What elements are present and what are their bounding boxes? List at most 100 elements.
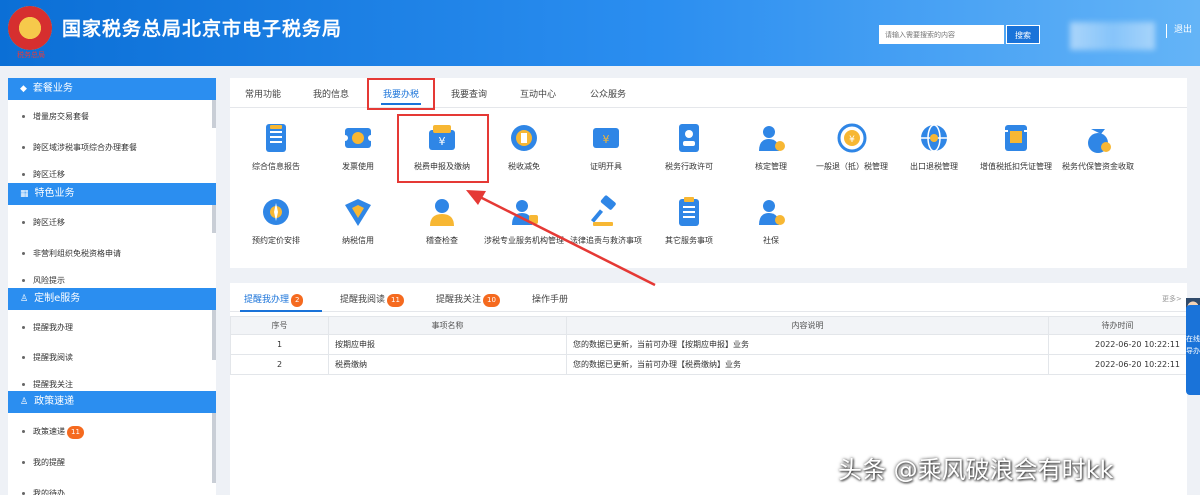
certificate-ticket-icon: ¥ [593,128,619,148]
sidebar-item[interactable]: 提醒我办理 [8,317,216,339]
cell-name[interactable]: 税费缴纳 [328,354,567,375]
tab-tax-handling[interactable]: 我要办税 [367,78,435,110]
reminder-tabs: 提醒我办理 2 提醒我阅读 11 提醒我关注 10 操作手册 更多> [230,283,1187,312]
func-admin-license[interactable]: 税务行政许可 [649,121,729,172]
func-legal[interactable]: 法律追责与救济事项 [566,195,646,246]
more-link[interactable]: 更多> [1162,294,1182,304]
func-other[interactable]: 其它服务事项 [649,195,729,246]
col-header: 事项名称 [328,316,567,335]
user-icon: ♙ [20,294,29,304]
tax-emblem-icon [8,6,52,50]
col-header: 待办时间 [1048,316,1187,335]
func-invoice[interactable]: 发票使用 [318,121,398,172]
sidebar-item[interactable]: 我的提醒 [8,452,216,474]
sidebar-item[interactable]: 跨区迁移 [8,212,216,234]
sidebar-item[interactable]: 我的待办 [8,483,216,495]
col-header: 内容说明 [566,316,1049,335]
app-title: 国家税务总局北京市电子税务局 [62,18,343,40]
cell-time: 2022-06-20 10:22:11 [1048,354,1187,375]
compass-icon [263,199,289,225]
sidebar-item[interactable]: 增量房交易套餐 [8,106,216,128]
func-credit[interactable]: 纳税信用 [318,195,398,246]
sidebar-item[interactable]: 政策速递 11 [8,421,216,443]
tab-public-service[interactable]: 公众服务 [590,87,626,100]
watermark: 头条 @乘风破浪会有时kk [838,456,1114,484]
func-info-report[interactable]: 综合信息报告 [236,121,316,172]
func-agency[interactable]: 涉税专业服务机构管理 [484,195,564,246]
tab-remind-handle[interactable]: 提醒我办理 2 [244,292,304,307]
sidebar-item[interactable]: 跨区迁移 [8,168,216,182]
main-tabs: 常用功能 我的信息 我要办税 我要查询 互动中心 公众服务 [230,78,1187,110]
svg-text:¥: ¥ [849,135,855,145]
func-export-refund[interactable]: 出口退税管理 [894,121,974,172]
ticket-icon [342,128,374,148]
tab-common[interactable]: 常用功能 [245,87,281,100]
cell-desc: 您的数据已更新，当前可办理【税费缴纳】业务 [566,354,1049,375]
tab-query[interactable]: 我要查询 [451,87,487,100]
sidebar-item[interactable]: 风险提示 [8,275,216,287]
func-social-security[interactable]: 社保 [731,195,811,246]
tab-remind-follow[interactable]: 提醒我关注 10 [436,292,500,307]
emblem-caption: 税务总局 [17,51,45,59]
agency-person-icon [512,200,538,225]
sidebar-scrollbar[interactable] [212,205,216,233]
func-certificate[interactable]: ¥ 证明开具 [566,121,646,172]
search-input[interactable] [879,25,1004,44]
func-vat-voucher[interactable]: 增值税抵扣凭证管理 [976,121,1056,172]
sidebar-section-custom[interactable]: ♙ 定制e服务 [8,288,216,310]
unread-badge: 11 [67,426,84,439]
sidebar-item[interactable]: 跨区域涉税事项综合办理套餐 [8,137,216,159]
coin-icon [511,125,537,151]
func-pricing[interactable]: 预约定价安排 [236,195,316,246]
tab-interaction[interactable]: 互动中心 [520,87,556,100]
count-badge: 10 [483,294,500,307]
sidebar-section-policy[interactable]: ♙ 政策速递 [8,391,216,413]
diamond-badge-icon [345,199,371,226]
table-row[interactable]: 2 税费缴纳 您的数据已更新，当前可办理【税费缴纳】业务 2022-06-20 … [230,354,1187,375]
top-header: 税务总局 国家税务总局北京市电子税务局 搜索 退出 [0,0,1200,66]
logout-link[interactable]: 退出 [1174,22,1192,35]
package-icon: ◆ [20,84,27,94]
cell-name[interactable]: 按期应申报 [328,334,567,355]
user-badge-icon [759,200,785,225]
sidebar-scrollbar[interactable] [212,100,216,128]
cell-desc: 您的数据已更新，当前可办理【按期应申报】业务 [566,334,1049,355]
refund-cycle-icon: ¥ [837,123,867,153]
active-tab-indicator [240,310,322,312]
tab-my-info[interactable]: 我的信息 [313,87,349,100]
sidebar-item[interactable]: 非营利组织免税资格申请 [8,243,216,265]
sidebar-item[interactable]: 提醒我阅读 [8,347,216,369]
svg-text:¥: ¥ [603,133,610,146]
clipboard-icon [679,197,699,226]
chip-card-icon [1005,125,1027,151]
money-bag-icon [1088,129,1111,153]
cell-time: 2022-06-20 10:22:11 [1048,334,1187,355]
gavel-icon [590,195,616,226]
sidebar-section-package[interactable]: ◆ 套餐业务 [8,78,216,100]
count-badge: 2 [291,294,304,307]
sidebar-scrollbar[interactable] [212,310,216,360]
func-fund-custody[interactable]: 税务代保管资金收取 [1058,121,1138,172]
sidebar-item[interactable]: 提醒我关注 [8,380,216,390]
tab-remind-read[interactable]: 提醒我阅读 11 [340,292,404,307]
table-row[interactable]: 1 按期应申报 您的数据已更新，当前可办理【按期应申报】业务 2022-06-2… [230,334,1187,355]
search-button[interactable]: 搜索 [1006,25,1040,44]
func-inspection[interactable]: 稽查检查 [402,195,482,246]
user-gear-icon [759,126,785,151]
tab-manual[interactable]: 操作手册 [532,292,568,305]
online-guide-widget[interactable]: 在线导办 [1186,305,1200,395]
cell-no: 1 [230,334,329,355]
reminder-table: 序号 事项名称 内容说明 待办时间 1 按期应申报 您的数据已更新，当前可办理【… [230,316,1187,375]
cell-no: 2 [230,354,329,375]
function-panel: 常用功能 我的信息 我要办税 我要查询 互动中心 公众服务 综合信息报告 发票使… [230,78,1187,268]
globe-icon [921,124,947,152]
sidebar-scrollbar[interactable] [212,413,216,483]
id-card-icon [679,124,699,152]
func-assessment[interactable]: 核定管理 [731,121,811,172]
func-refund[interactable]: ¥ 一般退（抵）税管理 [812,121,892,172]
sidebar-section-featured[interactable]: ▦ 特色业务 [8,183,216,205]
func-tax-relief[interactable]: 税收减免 [484,121,564,172]
count-badge: 11 [387,294,404,307]
document-list-icon [266,124,286,152]
inspector-icon [430,199,454,226]
